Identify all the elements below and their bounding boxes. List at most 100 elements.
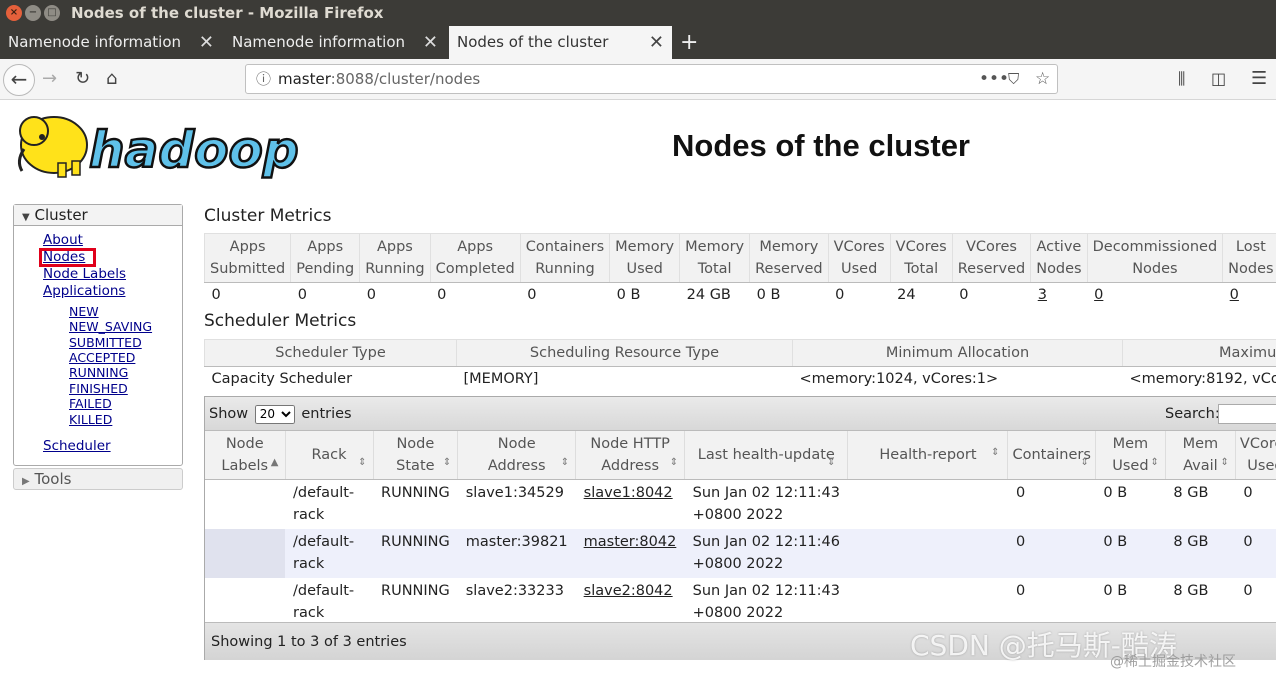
tab-nodes-of-cluster[interactable]: Nodes of the cluster ✕	[449, 26, 672, 59]
sidebar-toggle-icon[interactable]: ◫	[1211, 68, 1226, 90]
nodes-column-header[interactable]: Node Address ⇕	[457, 431, 577, 480]
page-actions-icon[interactable]: •••	[979, 65, 1009, 93]
app-state-finished[interactable]: FINISHED	[69, 381, 128, 396]
tab-namenode-2[interactable]: Namenode information ✕	[224, 26, 446, 59]
app-state-new[interactable]: NEW	[69, 304, 99, 319]
sidebar-link-applications[interactable]: Applications	[43, 283, 125, 299]
cluster-metric-header: Apps Completed	[429, 233, 521, 283]
sidebar-link-scheduler[interactable]: Scheduler	[43, 438, 111, 454]
back-button[interactable]: ←	[3, 64, 35, 96]
rack-line-1: /default-	[293, 582, 355, 599]
bookmark-star-icon[interactable]: ☆	[1035, 65, 1050, 93]
page-size-select[interactable]: 20	[254, 404, 295, 424]
search-input[interactable]	[1218, 404, 1276, 424]
library-icon[interactable]: ⫼	[1178, 68, 1185, 90]
cluster-metric-text: 0 B	[756, 286, 781, 303]
nodes-column-header[interactable]: Node Labels ▲	[205, 431, 286, 480]
maximize-window-button[interactable]: □	[44, 5, 60, 21]
cluster-header[interactable]: ▼ Cluster	[14, 205, 182, 226]
node-http-link[interactable]: master:8042	[584, 534, 677, 550]
app-state-new-saving[interactable]: NEW_SAVING	[69, 319, 152, 334]
nodes-column-header[interactable]: Mem Used ⇕	[1095, 431, 1166, 480]
new-tab-button[interactable]: +	[680, 26, 698, 59]
nodes-column-header[interactable]: Health-report ⇕	[847, 431, 1009, 480]
home-button[interactable]: ⌂	[106, 68, 117, 90]
nodes-column-header[interactable]: Rack ⇕	[285, 431, 374, 480]
header-line-2: Labels	[221, 457, 269, 474]
header-line-2: Address	[487, 457, 546, 474]
sidebar-link-node-labels[interactable]: Node Labels	[43, 266, 126, 282]
close-tab-icon[interactable]: ✕	[199, 26, 214, 59]
site-info-icon[interactable]: ⓘ	[256, 65, 271, 93]
nodes-column-header[interactable]: Mem Avail ⇕	[1165, 431, 1236, 480]
sidebar-link-about[interactable]: About	[43, 232, 83, 248]
watermark-juejin: @稀土掘金技术社区	[1110, 654, 1236, 670]
sort-asc-icon[interactable]: ▲	[271, 452, 279, 474]
sort-both-icon[interactable]: ⇕	[1081, 452, 1089, 474]
page-title: Nodes of the cluster	[672, 128, 970, 163]
close-tab-icon[interactable]: ✕	[649, 26, 664, 59]
app-state-accepted[interactable]: ACCEPTED	[69, 350, 135, 365]
nodes-column-header[interactable]: Node State ⇕	[373, 431, 459, 480]
close-window-button[interactable]: ×	[6, 5, 22, 21]
health-line-1: Sun Jan 02 12:11:46	[692, 533, 840, 550]
cell-node-state: RUNNING	[373, 479, 458, 529]
minimize-window-button[interactable]: −	[25, 5, 41, 21]
cell-vcores-used: 0	[1235, 479, 1276, 529]
reload-button[interactable]: ↻	[75, 68, 90, 90]
sort-both-icon[interactable]: ⇕	[561, 452, 569, 474]
header-line-2: Address	[601, 457, 660, 474]
tab-namenode-1[interactable]: Namenode information ✕	[0, 26, 222, 59]
close-tab-icon[interactable]: ✕	[423, 26, 438, 59]
cell-mem-used: 0 B	[1095, 577, 1166, 627]
sort-both-icon[interactable]: ⇕	[670, 452, 678, 474]
cluster-metric-text: 0	[527, 286, 537, 303]
cluster-metric-header: Apps Submitted	[203, 233, 292, 283]
menu-icon[interactable]: ☰	[1251, 68, 1267, 90]
app-state-submitted[interactable]: SUBMITTED	[69, 335, 142, 350]
sidebar-tools[interactable]: ▶ Tools	[13, 468, 183, 490]
nodes-column-header[interactable]: Node HTTP Address ⇕	[575, 431, 686, 480]
cluster-label: Cluster	[34, 206, 88, 224]
sort-both-icon[interactable]: ⇕	[827, 452, 835, 474]
sort-both-icon[interactable]: ⇕	[991, 442, 999, 464]
sort-both-icon[interactable]: ⇕	[1221, 452, 1229, 474]
cell-health-report	[847, 577, 1008, 627]
cluster-metric-header: VCores Total	[889, 233, 953, 283]
cell-vcores-used: 0	[1235, 528, 1276, 578]
entries-label: entries	[301, 406, 352, 422]
app-state-running[interactable]: RUNNING	[69, 365, 128, 380]
table-row: /default-rack RUNNING master:39821 master:8…	[205, 528, 1276, 578]
nodes-column-header[interactable]: Containers ⇕	[1007, 431, 1096, 480]
forward-button[interactable]: →	[42, 68, 57, 90]
cluster-metric-header: Containers Running	[519, 233, 611, 283]
cell-mem-used: 0 B	[1095, 528, 1166, 578]
app-state-failed[interactable]: FAILED	[69, 396, 112, 411]
nodes-column-header[interactable]: Last health-update ⇕	[684, 431, 849, 480]
pocket-icon[interactable]: ⛉	[1008, 65, 1019, 93]
scheduler-metric-header: Minimum Allocation	[792, 339, 1123, 367]
cluster-metric-link[interactable]: 3	[1038, 287, 1047, 303]
rack-line-2: rack	[293, 555, 325, 572]
sort-both-icon[interactable]: ⇕	[1151, 452, 1159, 474]
logo-text: hadoop	[89, 121, 299, 179]
app-state-killed[interactable]: KILLED	[69, 412, 112, 427]
cluster-metric-link[interactable]: 0	[1094, 287, 1103, 303]
header-line-2: Nodes	[1036, 261, 1082, 277]
cell-last-health: Sun Jan 02 12:11:46 +0800 2022	[684, 528, 848, 578]
header-line-1: VCores	[895, 239, 947, 255]
node-http-link[interactable]: slave2:8042	[584, 583, 673, 599]
nodes-column-header[interactable]: VCoresUsed⇕	[1235, 431, 1276, 480]
node-http-link[interactable]: slave1:8042	[584, 485, 673, 501]
cluster-metric-header: Decommissioned Nodes	[1086, 233, 1224, 283]
cluster-metric-link[interactable]: 0	[1230, 287, 1239, 303]
header-line-1: VCores	[965, 239, 1017, 255]
header-line-2: Nodes	[1132, 261, 1178, 277]
sort-both-icon[interactable]: ⇕	[443, 452, 451, 474]
cell-vcores-used: 0	[1235, 577, 1276, 627]
sort-both-icon[interactable]: ⇕	[358, 452, 366, 474]
header-line-2: Used	[626, 261, 663, 277]
url-bar[interactable]: ⓘ master:8088/cluster/nodes ••• ⛉ ☆	[245, 64, 1058, 94]
scheduler-metric-header: Scheduler Type	[204, 339, 457, 367]
header-line-1: VCores	[1239, 435, 1276, 452]
